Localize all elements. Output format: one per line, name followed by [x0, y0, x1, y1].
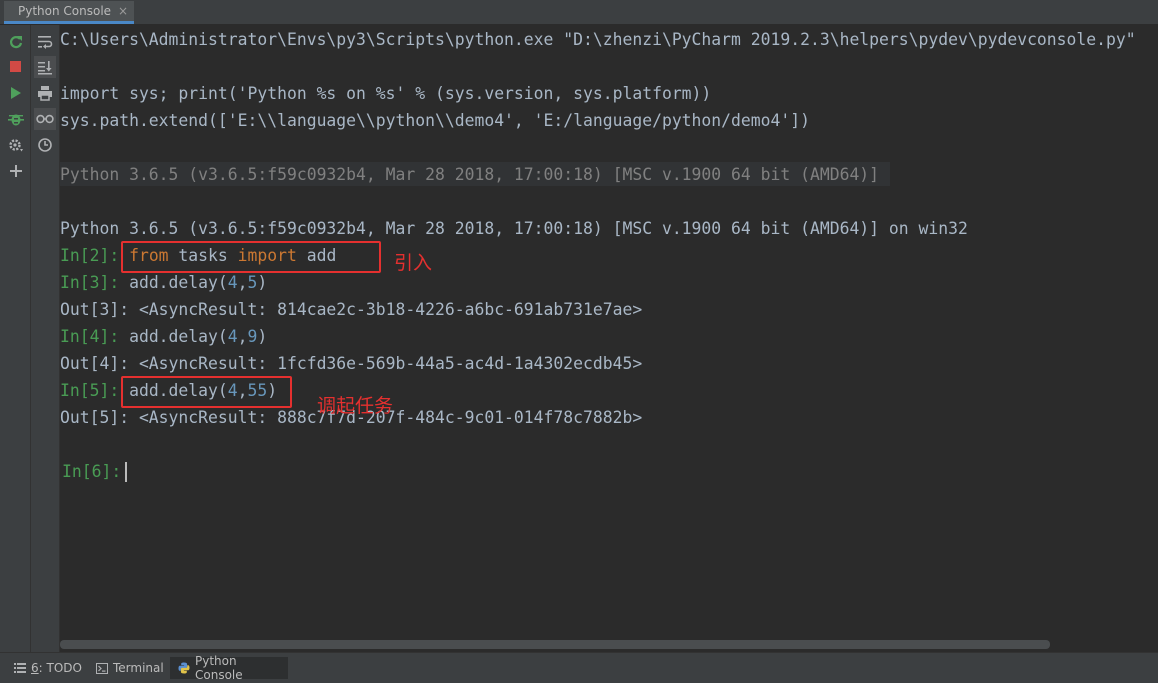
arg-comma: ,	[237, 273, 248, 292]
print-icon[interactable]	[34, 82, 56, 104]
prompt-in-6: In[6]:	[62, 462, 122, 481]
horizontal-scrollbar[interactable]	[60, 640, 1050, 649]
import-annotation: 引入	[394, 252, 433, 274]
output-4-line: Out[4]: <AsyncResult: 1fcfd36e-569b-44a5…	[60, 354, 643, 373]
import-sys-line: import sys; print('Python %s on %s' % (s…	[60, 84, 712, 103]
run-icon[interactable]	[5, 82, 27, 104]
python-console-label: Python Console	[195, 654, 243, 682]
prompt-in-4: In[4]:	[60, 327, 130, 346]
close-icon[interactable]: ×	[118, 4, 128, 18]
task-highlight-box	[121, 376, 292, 408]
todo-shortcut-number: 6	[31, 661, 39, 675]
sys-path-extend-line: sys.path.extend(['E:\\language\\python\\…	[60, 111, 810, 130]
settings-icon[interactable]	[5, 134, 27, 156]
command-line: C:\Users\Administrator\Envs\py3\Scripts\…	[60, 30, 1136, 49]
arg-a: 4	[227, 327, 238, 346]
input-4-line: In[4]: add.delay(4,9)	[60, 327, 267, 347]
todo-list-icon	[14, 663, 26, 673]
arg-comma: ,	[237, 327, 248, 346]
tool-window-bar: 6: TODO Terminal Python Console	[0, 652, 1158, 683]
tab-bar: Python Console ×	[0, 0, 1158, 25]
call-close: )	[257, 273, 268, 292]
input-6-line[interactable]: In[6]:	[62, 462, 121, 482]
call-code: add.delay(	[129, 273, 228, 292]
sys-info-line: Python 3.6.5 (v3.6.5:f59c0932b4, Mar 28 …	[60, 165, 880, 184]
import-highlight-box	[121, 241, 381, 273]
tab-todo[interactable]: 6: TODO	[6, 657, 90, 679]
task-annotation: 调起任务	[317, 395, 394, 417]
scroll-to-end-icon[interactable]	[34, 56, 56, 78]
text-caret	[125, 462, 127, 482]
call-code: add.delay(	[129, 327, 228, 346]
python-icon	[178, 662, 190, 674]
prompt-in-2: In[2]:	[60, 246, 130, 265]
terminal-label: Terminal	[113, 661, 164, 675]
rerun-icon[interactable]	[5, 31, 27, 53]
stop-icon[interactable]	[5, 56, 27, 78]
prompt-in-3: In[3]:	[60, 273, 130, 292]
console-run-toolbar	[0, 25, 31, 653]
arg-a: 4	[227, 273, 238, 292]
soft-wrap-icon[interactable]	[34, 31, 56, 53]
console-output[interactable]: C:\Users\Administrator\Envs\py3\Scripts\…	[60, 25, 1158, 653]
call-close: )	[257, 327, 268, 346]
todo-label: : TODO	[38, 661, 82, 675]
tab-terminal[interactable]: Terminal	[88, 657, 172, 679]
show-variables-icon[interactable]	[34, 108, 56, 130]
input-3-line: In[3]: add.delay(4,5)	[60, 273, 267, 293]
tab-title: Python Console	[18, 4, 112, 18]
console-options-toolbar	[31, 25, 60, 653]
terminal-icon	[96, 662, 108, 674]
output-3-line: Out[3]: <AsyncResult: 814cae2c-3b18-4226…	[60, 300, 643, 319]
arg-b: 5	[247, 273, 258, 292]
tab-python-console[interactable]: Python Console ×	[4, 1, 134, 24]
debug-icon[interactable]	[5, 108, 27, 130]
python-banner-line: Python 3.6.5 (v3.6.5:f59c0932b4, Mar 28 …	[60, 219, 968, 238]
arg-b: 9	[247, 327, 258, 346]
prompt-in-5: In[5]:	[60, 381, 130, 400]
add-icon[interactable]	[5, 160, 27, 182]
tab-python-console-bottom[interactable]: Python Console	[170, 654, 288, 682]
history-icon[interactable]	[34, 134, 56, 156]
